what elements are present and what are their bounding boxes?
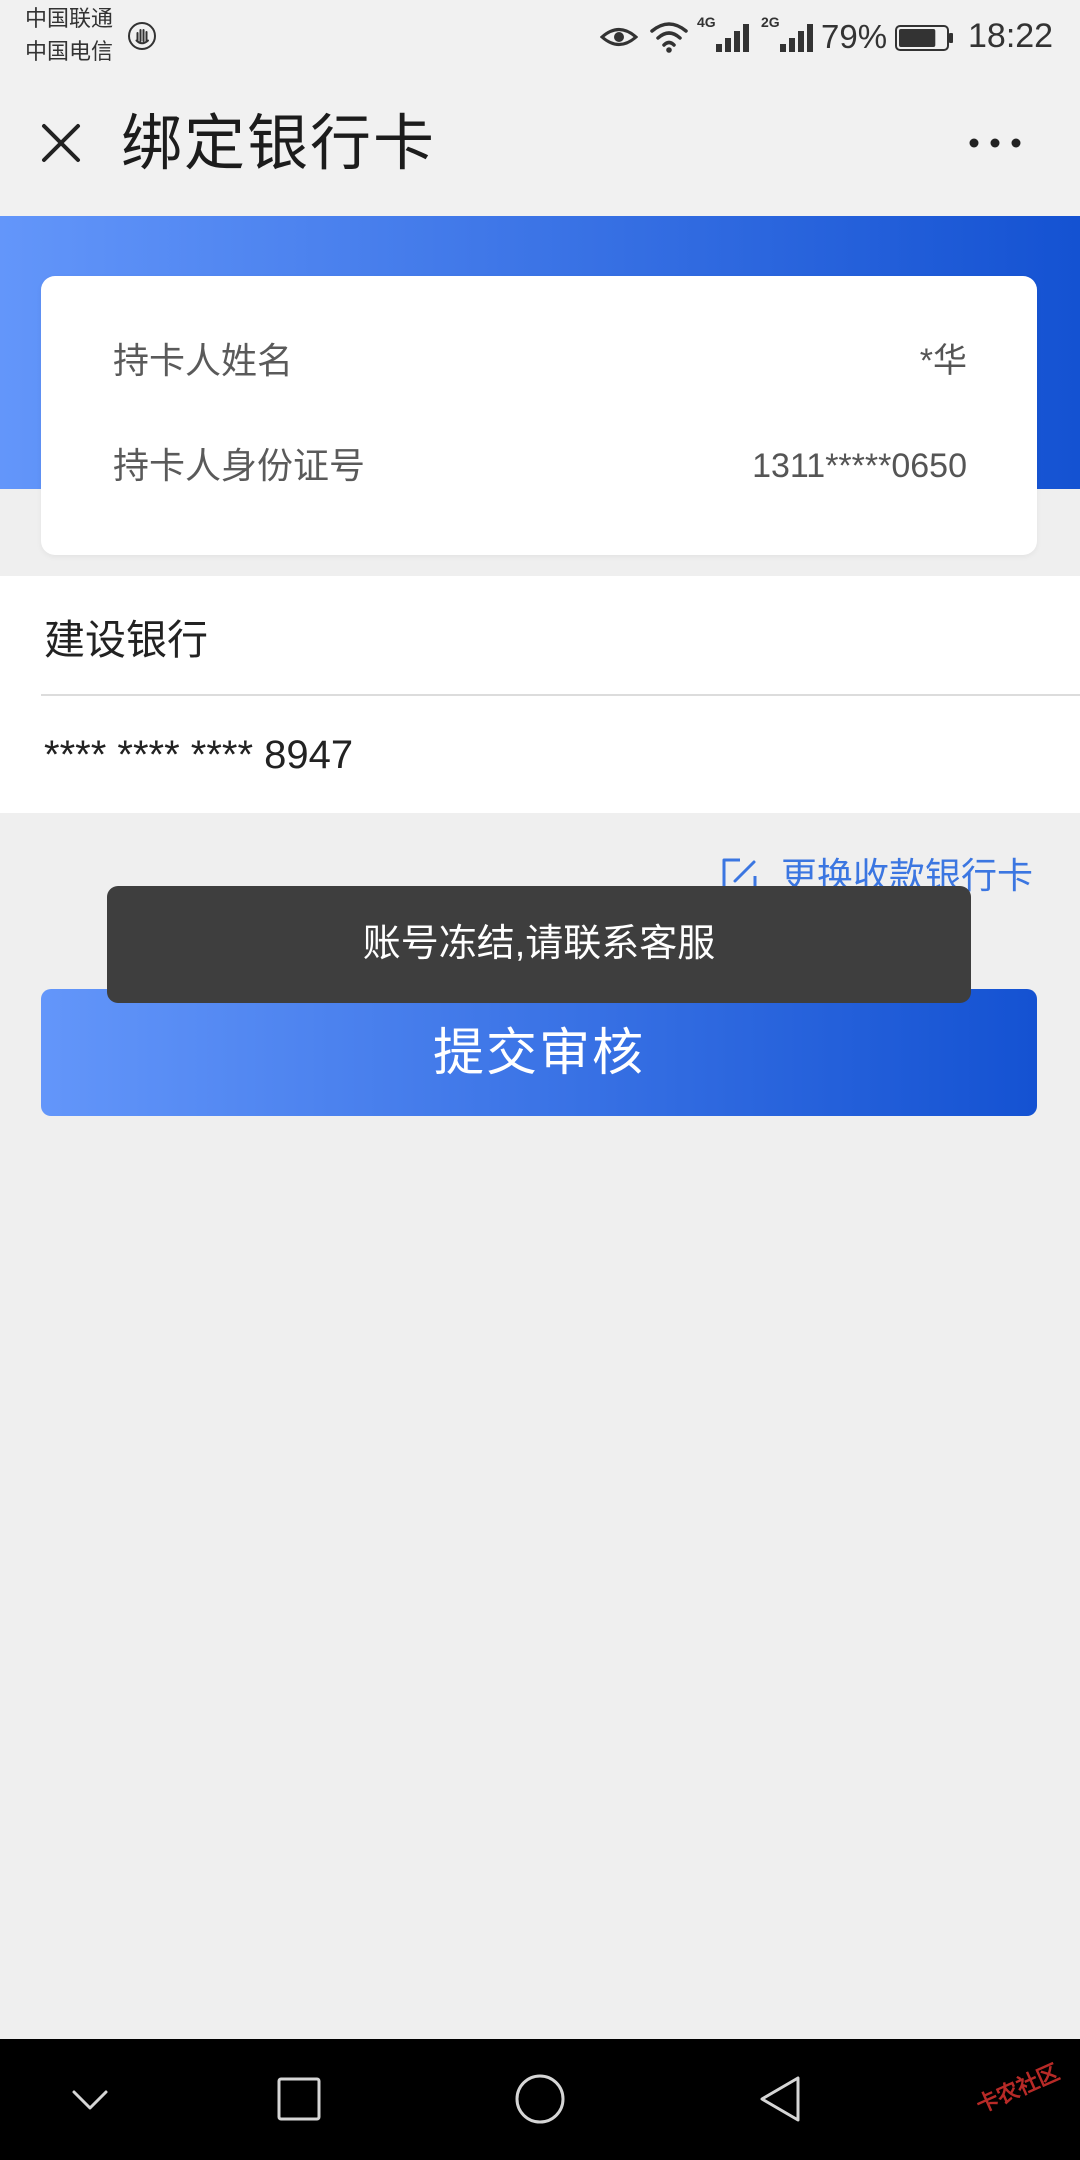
network-type-1: 4G: [697, 14, 716, 30]
more-icon[interactable]: [965, 137, 1025, 149]
toast-message: 账号冻结,请联系客服: [107, 886, 971, 1003]
cardholder-name-label: 持卡人姓名: [113, 340, 294, 381]
battery-percent: 79%: [821, 18, 888, 55]
eye-icon: [600, 22, 638, 52]
title-bar: 绑定银行卡: [0, 76, 1080, 216]
screen: 中国联通 中国电信 4G 2G 79% 18:22 绑定银行卡 持卡人姓名 *华…: [0, 0, 1080, 2160]
watermark: 卡农社区: [972, 2059, 1064, 2118]
bank-card-section: 建设银行 **** **** **** 8947: [0, 576, 1080, 813]
hand-icon: [127, 21, 157, 51]
cardholder-name-value: *华: [919, 342, 967, 380]
battery-icon: [895, 25, 955, 51]
back-icon[interactable]: [758, 2074, 802, 2124]
cardholder-card: 持卡人姓名 *华 持卡人身份证号 1311*****0650: [41, 276, 1037, 555]
wifi-icon: [649, 19, 689, 55]
divider: [41, 694, 1080, 696]
bank-name: 建设银行: [44, 617, 208, 663]
status-bar: 中国联通 中国电信 4G 2G 79% 18:22: [0, 0, 1080, 76]
card-number: **** **** **** 8947: [44, 733, 354, 777]
signal-icon: [778, 20, 814, 52]
recent-apps-icon[interactable]: [277, 2077, 321, 2121]
carrier-primary: 中国联通: [25, 6, 114, 31]
clock: 18:22: [968, 17, 1054, 55]
page-title: 绑定银行卡: [121, 109, 437, 177]
network-type-2: 2G: [761, 14, 780, 30]
signal-icon: [714, 20, 750, 52]
cardholder-id-value: 1311*****0650: [752, 447, 967, 485]
cardholder-id-label: 持卡人身份证号: [113, 445, 366, 486]
system-nav-bar: 卡农社区: [0, 2039, 1080, 2160]
chevron-down-icon[interactable]: [70, 2088, 110, 2112]
close-icon[interactable]: [39, 121, 83, 165]
submit-review-button[interactable]: 提交审核: [41, 989, 1037, 1116]
home-icon[interactable]: [514, 2073, 566, 2125]
carrier-secondary: 中国电信: [25, 39, 114, 64]
